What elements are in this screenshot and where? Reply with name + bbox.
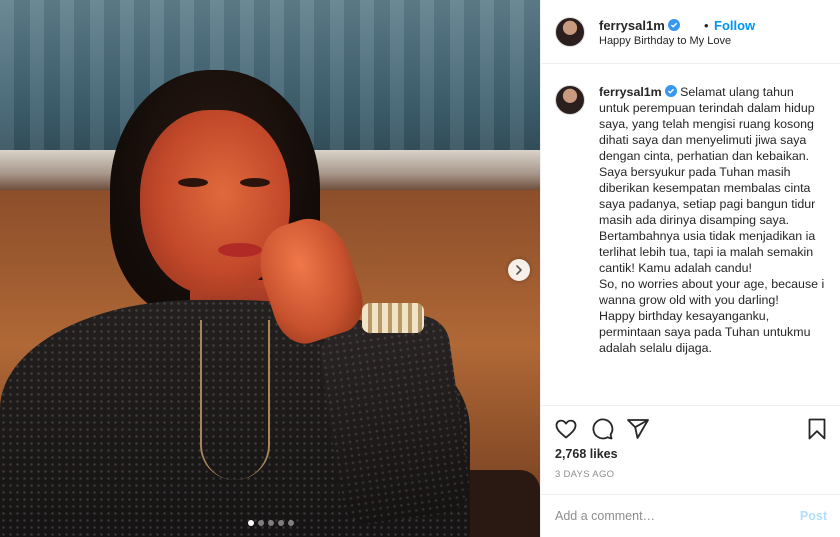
- bookmark-icon[interactable]: [805, 417, 829, 441]
- likes-count[interactable]: 2,768 likes: [555, 447, 618, 461]
- avatar[interactable]: [555, 17, 585, 47]
- instagram-post: ferrysal1m • Follow Happy Birthday to My…: [0, 0, 840, 537]
- follow-button[interactable]: Follow: [714, 18, 755, 33]
- caption-paragraph: Happy birthday kesayanganku, permintaan …: [599, 309, 811, 355]
- post-timestamp[interactable]: 3 DAYS AGO: [555, 469, 614, 480]
- carousel-next-button[interactable]: [508, 259, 530, 281]
- carousel-indicator: [248, 520, 294, 526]
- carousel-dot: [288, 520, 294, 526]
- photo-bracelet: [362, 303, 424, 333]
- photo-eye-right: [240, 178, 270, 187]
- header-separator: •: [704, 18, 709, 33]
- carousel-dot: [258, 520, 264, 526]
- verified-badge-icon: [664, 85, 677, 97]
- photo-necklace: [200, 320, 270, 480]
- carousel-dot: [278, 520, 284, 526]
- avatar[interactable]: [555, 85, 585, 115]
- post-header: ferrysal1m • Follow Happy Birthday to My…: [541, 0, 840, 64]
- header-subtitle[interactable]: Happy Birthday to My Love: [599, 35, 731, 47]
- comment-box: Post: [541, 494, 840, 537]
- caption-username[interactable]: ferrysal1m: [599, 85, 662, 99]
- caption-paragraph: Saya bersyukur pada Tuhan masih diberika…: [599, 165, 816, 227]
- chevron-right-icon: [516, 265, 522, 275]
- photo-eye-left: [178, 178, 208, 187]
- post-photo[interactable]: [0, 0, 540, 537]
- verified-badge-icon: [667, 19, 680, 31]
- carousel-dot: [248, 520, 254, 526]
- header-username[interactable]: ferrysal1m: [599, 18, 680, 33]
- photo-arm: [316, 311, 474, 529]
- carousel-dot: [268, 520, 274, 526]
- caption-paragraph: So, no worries about your age, because i…: [599, 277, 825, 307]
- comment-input[interactable]: [555, 506, 785, 526]
- photo-lips: [218, 243, 262, 257]
- post-caption: ferrysal1m Selamat ulang tahun untuk per…: [599, 84, 827, 356]
- caption-paragraph: ferrysal1m Selamat ulang tahun untuk per…: [599, 84, 827, 164]
- caption-paragraph: Bertambahnya usia tidak menjadikan ia te…: [599, 229, 816, 275]
- header-username-text[interactable]: ferrysal1m: [599, 18, 665, 33]
- comment-bubble-icon[interactable]: [590, 417, 614, 441]
- post-comment-button[interactable]: Post: [800, 509, 827, 523]
- action-bar: [541, 407, 840, 447]
- heart-icon[interactable]: [554, 417, 578, 441]
- caption-area[interactable]: ferrysal1m Selamat ulang tahun untuk per…: [541, 64, 840, 406]
- paper-plane-icon[interactable]: [626, 417, 650, 441]
- post-sidebar: ferrysal1m • Follow Happy Birthday to My…: [540, 0, 840, 537]
